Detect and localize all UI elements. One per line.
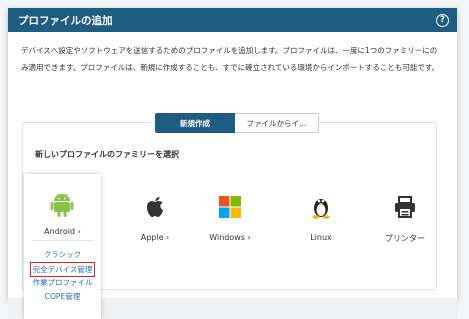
family-windows-label: Windows › — [209, 233, 251, 242]
android-icon — [50, 192, 74, 218]
card-divider — [32, 240, 93, 241]
android-option-work-profile[interactable]: 作業プロファイル — [24, 277, 101, 288]
dialog-title: プロファイルの追加 — [18, 14, 113, 27]
help-icon[interactable]: ? — [436, 13, 449, 27]
apple-icon — [141, 193, 169, 221]
printer-icon — [391, 193, 419, 221]
family-windows[interactable]: Windows › — [198, 193, 262, 263]
family-printer-label: プリンター — [385, 234, 425, 243]
android-option-classic[interactable]: クラシック — [24, 249, 101, 260]
family-printer[interactable]: プリンター — [373, 193, 437, 263]
family-android-card[interactable]: Android › クラシック 完全デバイス管理 作業プロファイル COPE管理 — [24, 174, 101, 319]
windows-icon — [216, 193, 244, 221]
creation-tabs: 新規作成 ファイルからイ… — [155, 113, 319, 133]
dialog-header: プロファイルの追加 ? — [8, 8, 457, 32]
dialog-description: デバイスへ設定やソフトウェアを送信するためのプロファイルを追加します。プロファイ… — [21, 46, 440, 72]
android-option-cope[interactable]: COPE管理 — [24, 291, 101, 302]
family-apple-label: Apple › — [140, 233, 170, 242]
family-linux-label: Linux — [310, 233, 332, 242]
android-option-fully-managed[interactable]: 完全デバイス管理 — [30, 262, 95, 277]
tab-import-file[interactable]: ファイルからイ… — [235, 113, 319, 133]
family-select-label: 新しいプロファイルのファミリーを選択 — [35, 150, 179, 159]
family-linux[interactable]: Linux — [289, 193, 353, 263]
tab-new[interactable]: 新規作成 — [155, 113, 235, 133]
family-android-label: Android › — [44, 227, 81, 236]
linux-tux-icon — [307, 193, 335, 221]
family-apple[interactable]: Apple › — [123, 193, 187, 263]
